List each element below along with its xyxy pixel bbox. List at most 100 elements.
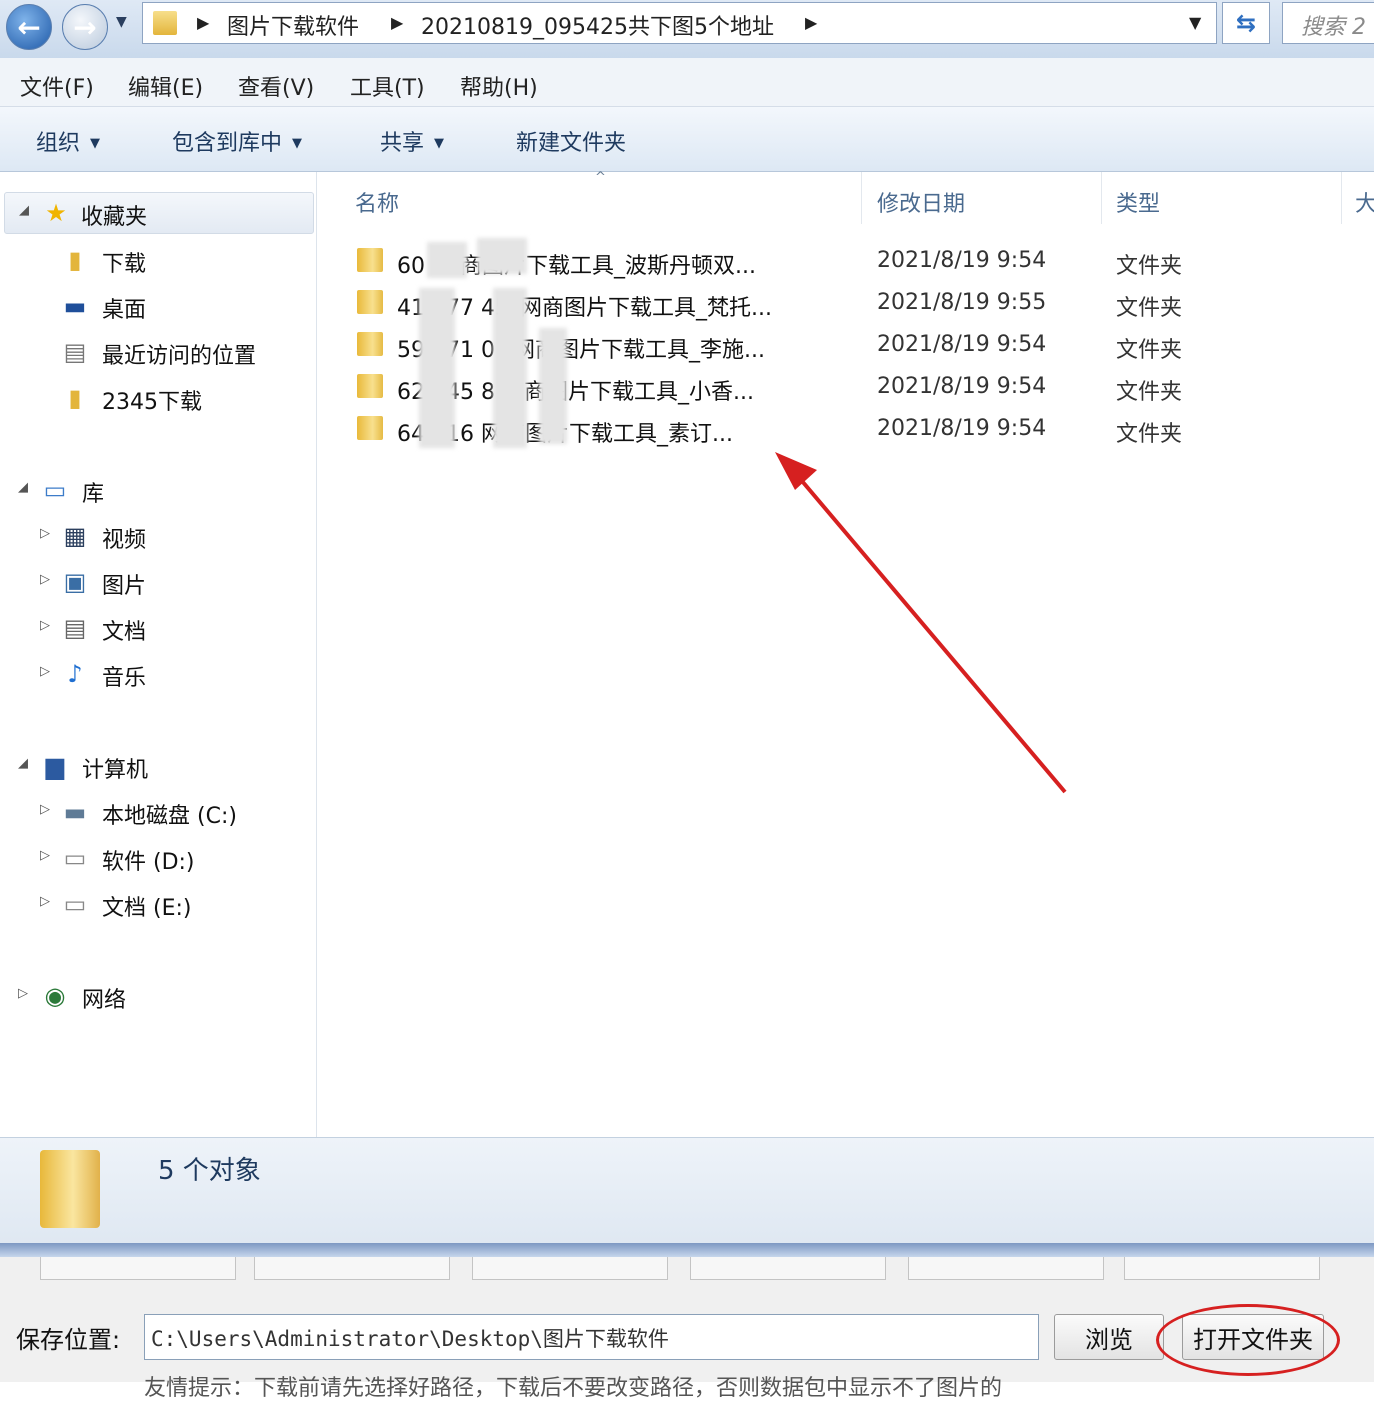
menu-tools[interactable]: 工具(T) [350,70,425,102]
nav-label: 计算机 [82,758,149,783]
breadcrumb-item[interactable]: 图片下载软件 [227,9,359,41]
collapsed-triangle-icon[interactable]: ▷ [40,526,50,541]
nav-computer[interactable]: ◢ ▆ 计算机 [0,746,316,786]
caret-down-icon: ▼ [434,136,445,151]
search-input[interactable]: 搜索 2 [1282,2,1374,44]
nav-item-drive-c[interactable]: ▷ ▬ 本地磁盘 (C:) [0,792,316,832]
command-toolbar: 组织 ▼ 包含到库中 ▼ 共享 ▼ 新建文件夹 [0,107,1374,172]
caret-down-icon: ▼ [90,136,101,151]
drive-icon: ▭ [63,844,87,872]
folder-icon: ▮ [68,384,82,412]
address-box[interactable]: ▶ 图片下载软件 ▶ 20210819_095425共下图5个地址 ▶ ▼ [142,2,1217,44]
drive-icon: ▭ [63,890,87,918]
collapsed-triangle-icon[interactable]: ▷ [18,986,28,1001]
system-drive-icon: ▬ [63,798,87,826]
arrow-head [775,452,817,490]
red-arrow-annotation [775,452,1067,794]
folder-icon [40,1150,100,1228]
nav-favorites[interactable]: ◢ ★ 收藏夹 [4,192,314,234]
menu-file[interactable]: 文件(F) [20,70,94,102]
nav-item-downloads[interactable]: ▮ 下载 [0,240,316,280]
browse-button[interactable]: 浏览 [1054,1314,1164,1360]
nav-item-recent-places[interactable]: ▤ 最近访问的位置 [0,332,316,372]
arrow-shaft [789,466,1067,794]
network-globe-icon: ◉ [44,982,66,1010]
nav-label: 软件 (D:) [102,850,195,875]
nav-label: 网络 [82,988,127,1013]
refresh-icon: ⇆ [1235,9,1257,37]
folder-icon [153,11,177,35]
nav-library[interactable]: ◢ ▭ 库 [0,470,316,510]
file-list: ^ 名称 修改日期 类型 大 60 0. 商图片下载工具_波斯丹顿双... 20… [317,170,1374,1137]
share-button[interactable]: 共享 ▼ [380,125,444,157]
address-dropdown-icon[interactable]: ▼ [1189,13,1201,32]
document-icon: ▤ [63,614,87,642]
app-tab-button[interactable] [908,1257,1104,1280]
nav-label: 库 [82,482,105,507]
nav-item-documents[interactable]: ▷ ▤ 文档 [0,608,316,648]
nav-label: 2345下载 [102,390,202,415]
forward-button[interactable]: → [62,4,108,50]
back-button[interactable]: ← [6,4,52,50]
save-location-label: 保存位置: [16,1326,121,1354]
app-tab-button[interactable] [690,1257,886,1280]
breadcrumb-item[interactable]: 20210819_095425共下图5个地址 [421,9,774,41]
address-bar-area: ← → ▼ ▶ 图片下载软件 ▶ 20210819_095425共下图5个地址 … [0,0,1374,59]
red-circle-annotation [1156,1304,1340,1376]
nav-label: 视频 [102,528,147,553]
menu-edit[interactable]: 编辑(E) [128,70,203,102]
nav-label: 音乐 [102,666,147,691]
nav-item-videos[interactable]: ▷ ▦ 视频 [0,516,316,556]
app-tab-button[interactable] [40,1257,236,1280]
caret-down-icon: ▼ [292,136,303,151]
downloads-folder-icon: ▮ [68,246,82,274]
collapsed-triangle-icon[interactable]: ▷ [40,848,50,863]
nav-label: 下载 [102,252,147,277]
expanded-triangle-icon[interactable]: ◢ [18,756,28,771]
organize-button[interactable]: 组织 ▼ [36,125,100,157]
app-tab-button[interactable] [472,1257,668,1280]
chevron-right-icon[interactable]: ▶ [805,13,817,32]
menu-help[interactable]: 帮助(H) [460,70,538,102]
new-folder-button[interactable]: 新建文件夹 [516,125,626,157]
details-pane: 5 个对象 [0,1137,1374,1244]
recent-places-icon: ▤ [63,338,87,366]
nav-item-desktop[interactable]: ▬ 桌面 [0,286,316,326]
nav-item-music[interactable]: ▷ ♪ 音乐 [0,654,316,694]
nav-item-pictures[interactable]: ▷ ▣ 图片 [0,562,316,602]
nav-label: 文档 [102,620,147,645]
computer-icon: ▆ [45,752,65,780]
pictures-icon: ▣ [63,568,87,596]
arrow-left-icon: ← [17,10,41,44]
nav-item-drive-e[interactable]: ▷ ▭ 文档 (E:) [0,884,316,924]
star-icon: ★ [45,199,67,227]
hint-text: 友情提示：下载前请先选择好路径，下载后不要改变路径，否则数据包中显示不了图片的 [144,1376,1003,1401]
window-frame [0,1243,1374,1257]
menu-view[interactable]: 查看(V) [238,70,314,102]
library-icon: ▭ [43,476,67,504]
nav-item-2345-download[interactable]: ▮ 2345下载 [0,378,316,418]
app-tab-button[interactable] [254,1257,450,1280]
chevron-right-icon[interactable]: ▶ [197,13,209,32]
collapsed-triangle-icon[interactable]: ▷ [40,572,50,587]
include-in-library-button[interactable]: 包含到库中 ▼ [172,125,302,157]
collapsed-triangle-icon[interactable]: ▷ [40,664,50,679]
save-path-input[interactable]: C:\Users\Administrator\Desktop\图片下载软件 [144,1314,1039,1360]
refresh-button[interactable]: ⇆ [1222,2,1270,44]
collapsed-triangle-icon[interactable]: ▷ [40,618,50,633]
nav-network[interactable]: ▷ ◉ 网络 [0,976,316,1016]
nav-item-drive-d[interactable]: ▷ ▭ 软件 (D:) [0,838,316,878]
nav-label: 收藏夹 [81,205,148,230]
search-placeholder: 搜索 2 [1301,15,1366,40]
nav-label: 图片 [102,574,147,599]
chevron-right-icon[interactable]: ▶ [391,13,403,32]
app-tab-button[interactable] [1124,1257,1320,1280]
collapsed-triangle-icon[interactable]: ▷ [40,802,50,817]
collapsed-triangle-icon[interactable]: ▷ [40,894,50,909]
expanded-triangle-icon[interactable]: ◢ [18,480,28,495]
arrow-right-icon: → [73,10,97,44]
recent-pages-dropdown[interactable]: ▼ [116,14,127,30]
music-note-icon: ♪ [67,660,83,688]
expanded-triangle-icon[interactable]: ◢ [19,203,29,218]
navigation-pane: ◢ ★ 收藏夹 ▮ 下载 ▬ 桌面 ▤ 最近访问的位置 ▮ 2345下载 ◢ ▭… [0,172,317,1137]
